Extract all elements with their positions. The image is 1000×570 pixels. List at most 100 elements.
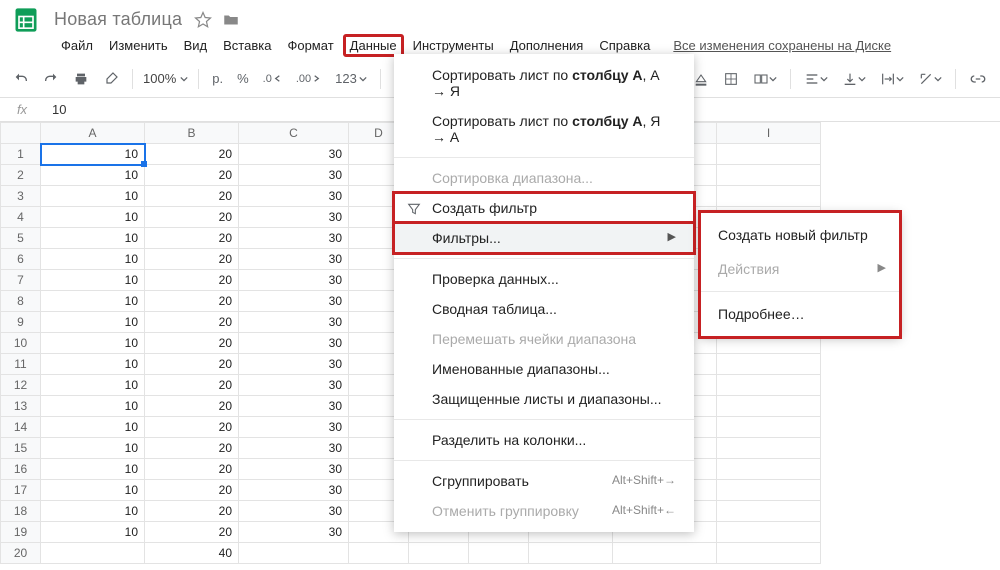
cell[interactable]: 30 bbox=[239, 396, 349, 417]
menu-filters[interactable]: Фильтры...▶ bbox=[394, 223, 694, 253]
cell[interactable]: 20 bbox=[145, 207, 239, 228]
cell[interactable]: 20 bbox=[145, 501, 239, 522]
link-button[interactable] bbox=[963, 66, 993, 92]
cell[interactable] bbox=[717, 501, 821, 522]
cell[interactable]: 10 bbox=[41, 396, 145, 417]
h-align-button[interactable] bbox=[798, 66, 834, 92]
cell[interactable]: 30 bbox=[239, 249, 349, 270]
cell[interactable]: 10 bbox=[41, 144, 145, 165]
cell[interactable]: 30 bbox=[239, 207, 349, 228]
cell[interactable]: 10 bbox=[41, 375, 145, 396]
menu-protected-sheets[interactable]: Защищенные листы и диапазоны... bbox=[394, 384, 694, 414]
cell[interactable]: 10 bbox=[41, 186, 145, 207]
cell[interactable]: 30 bbox=[239, 333, 349, 354]
star-icon[interactable] bbox=[194, 11, 212, 29]
cell[interactable]: 30 bbox=[239, 354, 349, 375]
cell[interactable] bbox=[717, 438, 821, 459]
menu-sort-asc[interactable]: Сортировать лист по столбцу А, А → Я bbox=[394, 60, 694, 106]
row-header[interactable]: 17 bbox=[1, 480, 41, 501]
menu-format[interactable]: Формат bbox=[280, 34, 340, 57]
menu-named-ranges[interactable]: Именованные диапазоны... bbox=[394, 354, 694, 384]
cell[interactable]: 10 bbox=[41, 270, 145, 291]
cell[interactable]: 20 bbox=[145, 417, 239, 438]
cell[interactable]: 20 bbox=[145, 522, 239, 543]
folder-icon[interactable] bbox=[222, 11, 240, 29]
cell[interactable]: 20 bbox=[145, 291, 239, 312]
row-header[interactable]: 5 bbox=[1, 228, 41, 249]
select-all-corner[interactable] bbox=[1, 123, 41, 144]
cell[interactable]: 30 bbox=[239, 459, 349, 480]
v-align-button[interactable] bbox=[836, 66, 872, 92]
cell[interactable] bbox=[717, 144, 821, 165]
cell[interactable]: 40 bbox=[145, 543, 239, 564]
wrap-button[interactable] bbox=[874, 66, 910, 92]
cell[interactable] bbox=[717, 459, 821, 480]
row-header[interactable]: 6 bbox=[1, 249, 41, 270]
cell[interactable]: 10 bbox=[41, 522, 145, 543]
cell[interactable]: 20 bbox=[145, 270, 239, 291]
decrease-decimal-button[interactable]: .0 bbox=[257, 66, 288, 92]
submenu-create-new-filter[interactable]: Создать новый фильтр bbox=[700, 218, 900, 252]
cell[interactable]: 30 bbox=[239, 165, 349, 186]
cell[interactable]: 10 bbox=[41, 417, 145, 438]
cell[interactable]: 10 bbox=[41, 480, 145, 501]
cell[interactable]: 10 bbox=[41, 312, 145, 333]
cell[interactable]: 20 bbox=[145, 375, 239, 396]
cell[interactable]: 30 bbox=[239, 228, 349, 249]
cell[interactable]: 30 bbox=[239, 291, 349, 312]
cell[interactable]: 20 bbox=[145, 312, 239, 333]
col-header-i[interactable]: I bbox=[717, 123, 821, 144]
cell[interactable]: 20 bbox=[145, 165, 239, 186]
cell[interactable]: 20 bbox=[145, 459, 239, 480]
cell[interactable]: 30 bbox=[239, 438, 349, 459]
cell[interactable] bbox=[349, 543, 409, 564]
currency-button[interactable]: р. bbox=[206, 66, 229, 92]
paint-format-button[interactable] bbox=[97, 66, 125, 92]
col-header-b[interactable]: B bbox=[145, 123, 239, 144]
zoom-select[interactable]: 100% bbox=[139, 71, 192, 86]
cell[interactable] bbox=[717, 375, 821, 396]
cell[interactable] bbox=[409, 543, 469, 564]
row-header[interactable]: 2 bbox=[1, 165, 41, 186]
cell[interactable] bbox=[41, 543, 145, 564]
cell[interactable]: 30 bbox=[239, 375, 349, 396]
cell[interactable]: 10 bbox=[41, 354, 145, 375]
cell[interactable] bbox=[717, 522, 821, 543]
cell[interactable]: 20 bbox=[145, 144, 239, 165]
cell[interactable] bbox=[613, 543, 717, 564]
cell[interactable]: 20 bbox=[145, 333, 239, 354]
cell[interactable] bbox=[239, 543, 349, 564]
row-header[interactable]: 4 bbox=[1, 207, 41, 228]
row-header[interactable]: 12 bbox=[1, 375, 41, 396]
cell[interactable]: 10 bbox=[41, 459, 145, 480]
formula-bar[interactable]: 10 bbox=[44, 102, 66, 117]
cell[interactable]: 20 bbox=[145, 480, 239, 501]
cell[interactable]: 10 bbox=[41, 207, 145, 228]
cell[interactable] bbox=[717, 480, 821, 501]
menu-group[interactable]: СгруппироватьAlt+Shift+→ bbox=[394, 466, 694, 496]
row-header[interactable]: 10 bbox=[1, 333, 41, 354]
document-title[interactable]: Новая таблица bbox=[54, 9, 182, 30]
cell[interactable] bbox=[529, 543, 613, 564]
cell[interactable]: 30 bbox=[239, 522, 349, 543]
cell[interactable]: 20 bbox=[145, 228, 239, 249]
menu-split-columns[interactable]: Разделить на колонки... bbox=[394, 425, 694, 455]
cell[interactable]: 10 bbox=[41, 333, 145, 354]
menu-file[interactable]: Файл bbox=[54, 34, 100, 57]
row-header[interactable]: 13 bbox=[1, 396, 41, 417]
row-header[interactable]: 15 bbox=[1, 438, 41, 459]
row-header[interactable]: 7 bbox=[1, 270, 41, 291]
cell[interactable] bbox=[717, 417, 821, 438]
row-header[interactable]: 19 bbox=[1, 522, 41, 543]
row-header[interactable]: 20 bbox=[1, 543, 41, 564]
col-header-c[interactable]: C bbox=[239, 123, 349, 144]
number-format-button[interactable]: 123 bbox=[329, 66, 373, 92]
cell[interactable]: 30 bbox=[239, 144, 349, 165]
row-header[interactable]: 18 bbox=[1, 501, 41, 522]
menu-sort-desc[interactable]: Сортировать лист по столбцу А, Я → А bbox=[394, 106, 694, 152]
cell[interactable]: 10 bbox=[41, 291, 145, 312]
print-button[interactable] bbox=[67, 66, 95, 92]
rotate-button[interactable] bbox=[912, 66, 948, 92]
saved-status-link[interactable]: Все изменения сохранены на Диске bbox=[673, 38, 891, 53]
cell[interactable]: 10 bbox=[41, 438, 145, 459]
